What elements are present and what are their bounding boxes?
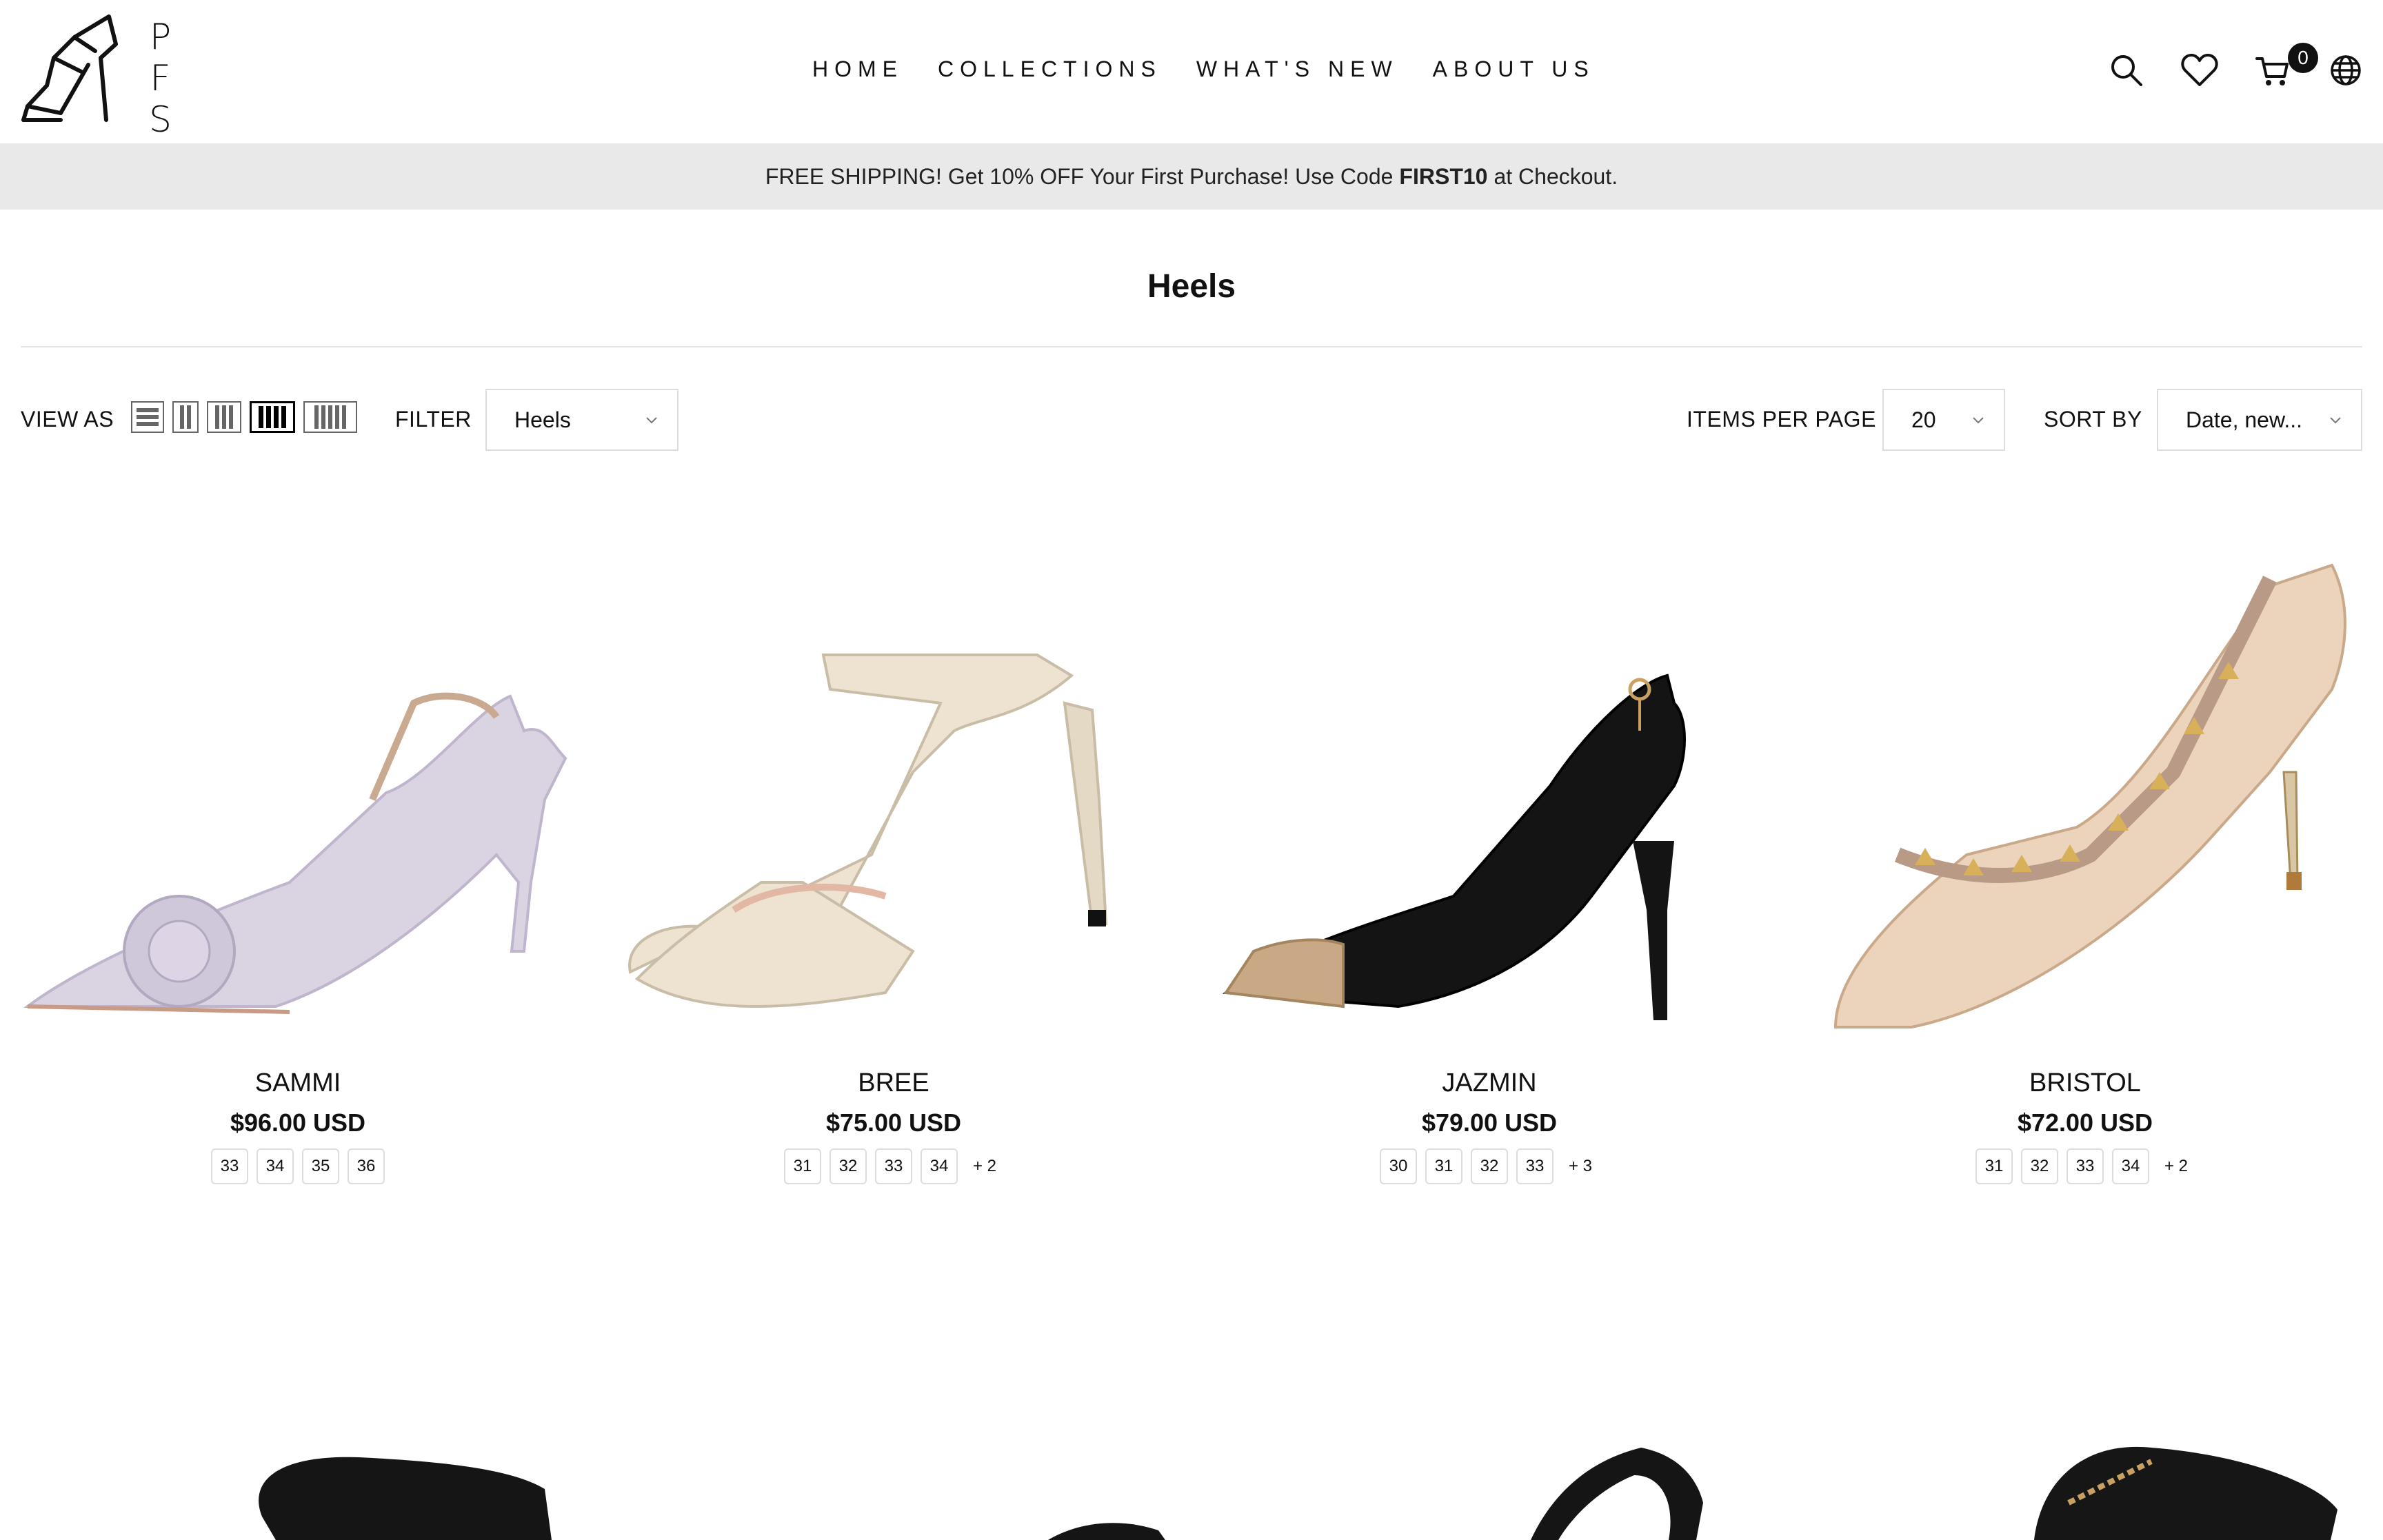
view-grid-3-icon[interactable]	[207, 401, 241, 433]
view-as-label: VIEW AS	[21, 407, 114, 432]
size-chip[interactable]: 36	[348, 1148, 385, 1184]
size-options: 33 34 35 36	[0, 1148, 596, 1184]
promo-code: FIRST10	[1399, 163, 1488, 189]
heart-icon	[2181, 54, 2218, 86]
announcement-text: FREE SHIPPING! Get 10% OFF Your First Pu…	[765, 163, 1394, 189]
nav-about-us[interactable]: ABOUT US	[1433, 57, 1595, 82]
size-chip[interactable]: 31	[1975, 1148, 2013, 1184]
nav-collections[interactable]: COLLECTIONS	[938, 57, 1162, 82]
product-price: $79.00 USD	[1421, 1108, 1558, 1137]
size-chip[interactable]: 34	[2112, 1148, 2149, 1184]
more-sizes-indicator[interactable]: + 2	[966, 1148, 1003, 1184]
size-chip[interactable]: 31	[784, 1148, 821, 1184]
chevron-down-icon	[2330, 417, 2341, 424]
cart-count-badge: 0	[2288, 43, 2318, 73]
site-header: P F S HOME COLLECTIONS WHAT'S NEW ABOUT …	[0, 0, 2383, 143]
main-nav: HOME COLLECTIONS WHAT'S NEW ABOUT US	[812, 57, 1629, 82]
search-button[interactable]	[2106, 50, 2147, 91]
brand-letter: S	[149, 99, 172, 141]
size-chip[interactable]: 32	[2021, 1148, 2058, 1184]
header-icons: 0	[2106, 43, 2383, 91]
product-card[interactable]: BREE $75.00 USD 31 32 33 34 + 2	[596, 496, 1192, 1213]
product-card[interactable]: SAMMI $96.00 USD 33 34 35 36	[0, 496, 596, 1213]
filter-label: FILTER	[395, 407, 472, 432]
language-button[interactable]	[2325, 50, 2366, 91]
brand-logo[interactable]: P F S	[19, 10, 172, 141]
view-grid-5-icon[interactable]	[303, 401, 357, 433]
product-card[interactable]: BRISTOL $72.00 USD 31 32 33 34 + 2	[1787, 496, 2383, 1213]
brand-letter: F	[150, 58, 171, 99]
size-options: 31 32 33 34 + 2	[596, 1148, 1192, 1184]
product-image[interactable]	[596, 496, 1192, 1034]
size-chip[interactable]: 33	[1516, 1148, 1554, 1184]
size-chip[interactable]: 34	[921, 1148, 958, 1184]
divider	[21, 346, 2362, 347]
product-name[interactable]: JAZMIN	[1192, 1068, 1787, 1098]
search-icon	[2111, 55, 2142, 86]
items-per-page-select[interactable]: 20	[1882, 389, 2005, 451]
view-list-icon[interactable]	[131, 401, 164, 433]
product-image[interactable]	[0, 496, 596, 1034]
size-options: 30 31 32 33 + 3	[1192, 1148, 1787, 1184]
sort-by-value: Date, new...	[2186, 407, 2302, 432]
high-heel-logo-icon	[21, 14, 118, 122]
cart-icon	[2255, 57, 2289, 85]
product-image[interactable]	[1787, 496, 2383, 1034]
chevron-down-icon	[646, 417, 657, 424]
view-grid-2-icon[interactable]	[172, 401, 199, 433]
filter-value: Heels	[514, 407, 571, 432]
product-name[interactable]: BREE	[596, 1068, 1192, 1098]
filter-select[interactable]: Heels	[485, 389, 678, 451]
size-chip[interactable]: 31	[1425, 1148, 1462, 1184]
sort-by-select[interactable]: Date, new...	[2157, 389, 2362, 451]
size-chip[interactable]: 33	[2067, 1148, 2104, 1184]
product-name[interactable]: BRISTOL	[1787, 1068, 2383, 1098]
page-title: Heels	[1147, 268, 1236, 305]
wishlist-button[interactable]	[2179, 50, 2220, 91]
announcement-text-end: at Checkout.	[1494, 163, 1618, 189]
brand-letters: P F S	[149, 17, 172, 141]
size-chip[interactable]: 30	[1380, 1148, 1417, 1184]
size-options: 31 32 33 34 + 2	[1787, 1148, 2383, 1184]
nav-whats-new[interactable]: WHAT'S NEW	[1196, 57, 1398, 82]
product-card[interactable]: JAZMIN $79.00 USD 30 31 32 33 + 3	[1192, 496, 1787, 1213]
product-price: $96.00 USD	[230, 1108, 366, 1137]
chevron-down-icon	[1973, 417, 1984, 424]
items-per-page-label: ITEMS PER PAGE	[1687, 407, 1876, 432]
items-per-page-value: 20	[1911, 407, 1936, 432]
product-price: $75.00 USD	[825, 1108, 962, 1137]
size-chip[interactable]: 35	[302, 1148, 339, 1184]
sort-by-label: SORT BY	[2044, 407, 2142, 432]
size-chip[interactable]: 34	[257, 1148, 294, 1184]
view-grid-4-icon[interactable]	[250, 401, 295, 433]
product-row-2-images[interactable]	[0, 1399, 2383, 1540]
announcement-bar: FREE SHIPPING! Get 10% OFF Your First Pu…	[0, 143, 2383, 210]
size-chip[interactable]: 32	[829, 1148, 867, 1184]
size-chip[interactable]: 33	[211, 1148, 248, 1184]
nav-home[interactable]: HOME	[812, 57, 903, 82]
cart-button[interactable]: 0	[2252, 43, 2318, 91]
size-chip[interactable]: 33	[875, 1148, 912, 1184]
size-chip[interactable]: 32	[1471, 1148, 1508, 1184]
product-image[interactable]	[1192, 496, 1787, 1034]
more-sizes-indicator[interactable]: + 2	[2158, 1148, 2195, 1184]
product-name[interactable]: SAMMI	[0, 1068, 596, 1098]
product-price: $72.00 USD	[2017, 1108, 2153, 1137]
view-as-options	[131, 401, 365, 433]
globe-icon	[2331, 55, 2361, 85]
brand-letter: P	[149, 17, 172, 58]
more-sizes-indicator[interactable]: + 3	[1562, 1148, 1599, 1184]
